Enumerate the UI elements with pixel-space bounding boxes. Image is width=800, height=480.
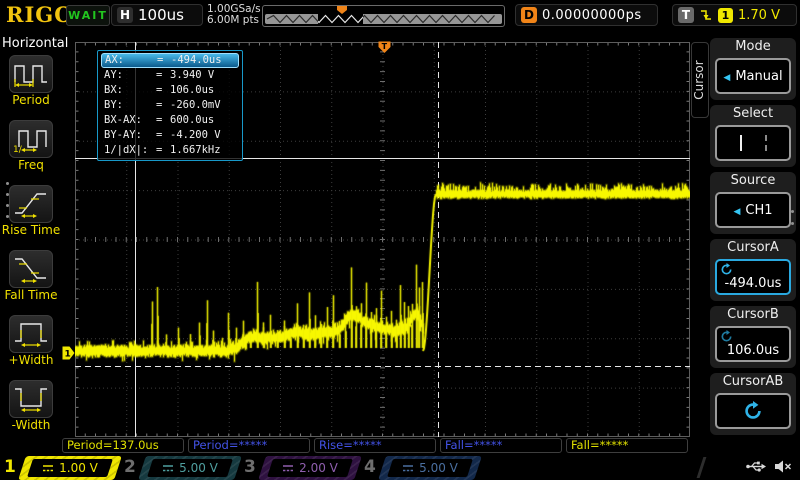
cursor-a-button[interactable]: -494.0us <box>715 259 791 295</box>
menu-group-cursor-a: CursorA -494.0us <box>710 239 796 301</box>
minus-width-icon <box>9 380 53 418</box>
top-status-bar: RIGOL WAIT H 100us 1.00GSa/s 6.00M pts D… <box>0 0 800 30</box>
select-button[interactable] <box>715 125 791 161</box>
rise-time-icon <box>9 185 53 223</box>
channel2-number: 2 <box>124 457 136 477</box>
trigger-level-value: 1.70 V <box>738 8 780 23</box>
measurement-cell-period2[interactable]: Period=***** <box>188 438 310 453</box>
trigger-source-badge: 1 <box>718 8 733 23</box>
cursor-row-ay: AY: = 3.940 V <box>101 68 239 83</box>
measure-item-minus-width[interactable]: -Width <box>0 380 62 432</box>
menu-group-select: Select <box>710 105 796 167</box>
acquisition-status-badge: WAIT <box>66 5 110 26</box>
cursor-row-freq: 1/|dX|: = 1.667kHz <box>101 143 239 158</box>
h-badge: H <box>117 7 133 23</box>
cursor-b-line-icon <box>765 135 767 151</box>
speaker-muted-icon <box>774 459 792 474</box>
channel2-cell[interactable]: 2 5.00 V <box>122 456 242 480</box>
menu-page-dot <box>791 210 794 213</box>
dc-coupling-icon <box>162 464 174 473</box>
delay-badge: D <box>521 7 537 23</box>
dc-coupling-icon <box>282 464 294 473</box>
channel1-number: 1 <box>4 457 16 477</box>
cursor-a-line-icon <box>740 135 742 151</box>
channel3-cell[interactable]: 3 2.00 V <box>242 456 362 480</box>
channel3-scale: 2.00 V <box>299 461 338 475</box>
menu-page-dot <box>6 193 9 196</box>
trigger-badge: T <box>678 7 694 23</box>
sample-info: 1.00GSa/s 6.00M pts <box>207 4 261 26</box>
cursor-measurement-box: AX: = -494.0us AY: = 3.940 V BX: = 106.0… <box>97 50 243 161</box>
falling-edge-icon <box>699 8 713 23</box>
measure-menu: Horizontal Period 1/ Fr <box>0 30 62 455</box>
measure-item-period[interactable]: Period <box>0 55 62 107</box>
chevron-left-icon <box>733 203 740 218</box>
svg-text:1/: 1/ <box>13 145 23 153</box>
mode-button[interactable]: Manual <box>715 58 791 94</box>
freq-icon: 1/ <box>9 120 53 158</box>
measure-item-rise-time[interactable]: Rise Time <box>0 185 62 237</box>
menu-group-cursor-ab: CursorAB <box>710 373 796 435</box>
measure-item-plus-width[interactable]: +Width <box>0 315 62 367</box>
source-button[interactable]: CH1 <box>715 192 791 228</box>
svg-text:1: 1 <box>65 350 71 360</box>
trigger-delay-value: 0.00000000ps <box>542 8 642 23</box>
channel2-scale: 5.00 V <box>179 461 218 475</box>
menu-group-mode: Mode Manual <box>710 38 796 100</box>
cursor-row-by: BY: = -260.0mV <box>101 98 239 113</box>
svg-text:T: T <box>382 42 388 51</box>
measure-item-fall-time[interactable]: Fall Time <box>0 250 62 302</box>
chevron-left-icon <box>723 69 730 84</box>
menu-page-dot <box>6 204 9 207</box>
measure-menu-title: Horizontal <box>2 36 68 51</box>
cursor-ab-button[interactable] <box>715 393 791 429</box>
measurement-cell-fall1[interactable]: Fall=***** <box>440 438 562 453</box>
trigger-info-group[interactable]: T 1 1.70 V <box>672 4 797 26</box>
measure-item-freq[interactable]: 1/ Freq <box>0 120 62 172</box>
measurement-cell-rise[interactable]: Rise=***** <box>314 438 436 453</box>
period-icon <box>9 55 53 93</box>
rotate-knob-icon <box>720 330 733 343</box>
memory-depth: 6.00M pts <box>207 15 261 26</box>
menu-page-dot <box>6 215 9 218</box>
measurement-cell-period1[interactable]: Period=137.0us <box>62 438 184 453</box>
timebase-value: 100us <box>138 6 184 24</box>
cursor-row-bx-ax: BX-AX: = 600.0us <box>101 113 239 128</box>
usb-icon <box>746 460 766 473</box>
channel3-number: 3 <box>244 457 256 477</box>
channel1-scale: 1.00 V <box>59 461 98 475</box>
channel4-scale: 5.00 V <box>419 461 458 475</box>
trigger-delay-group[interactable]: D 0.00000000ps <box>515 4 658 26</box>
rotate-knob-icon <box>743 401 763 421</box>
oscilloscope-screen: RIGOL WAIT H 100us 1.00GSa/s 6.00M pts D… <box>0 0 800 480</box>
menu-page-dot <box>6 182 9 185</box>
channel1-cell[interactable]: 1 1.00 V <box>2 456 122 480</box>
channel-status-bar: 1 1.00 V 2 <box>0 455 800 480</box>
dc-coupling-icon <box>402 464 414 473</box>
waveform-preview-bar[interactable] <box>262 5 505 27</box>
channel4-cell[interactable]: 4 5.00 V <box>362 456 482 480</box>
channel4-number: 4 <box>364 457 376 477</box>
dc-coupling-icon <box>42 464 54 473</box>
cursor-menu: Cursor Mode Manual Select Source CH1 Cur… <box>690 30 800 455</box>
measurement-cell-fall2[interactable]: Fall=***** <box>566 438 688 453</box>
trigger-position-marker[interactable]: T <box>378 41 391 54</box>
menu-group-source: Source CH1 <box>710 172 796 234</box>
cursor-row-ax: AX: = -494.0us <box>101 53 239 68</box>
plus-width-icon <box>9 315 53 353</box>
menu-group-cursor-b: CursorB 106.0us <box>710 306 796 368</box>
cursor-row-by-ay: BY-AY: = -4.200 V <box>101 128 239 143</box>
cursor-row-bx: BX: = 106.0us <box>101 83 239 98</box>
rotate-knob-icon <box>720 263 733 276</box>
system-icons <box>746 459 792 474</box>
horizontal-timebase-group[interactable]: H 100us <box>111 4 203 26</box>
record-overview-icon <box>263 6 504 26</box>
fall-time-icon <box>9 250 53 288</box>
channel1-ground-marker[interactable]: 1 <box>62 346 75 360</box>
cursor-b-button[interactable]: 106.0us <box>715 326 791 362</box>
cursor-menu-tab: Cursor <box>691 42 709 118</box>
menu-page-dot <box>791 222 794 225</box>
